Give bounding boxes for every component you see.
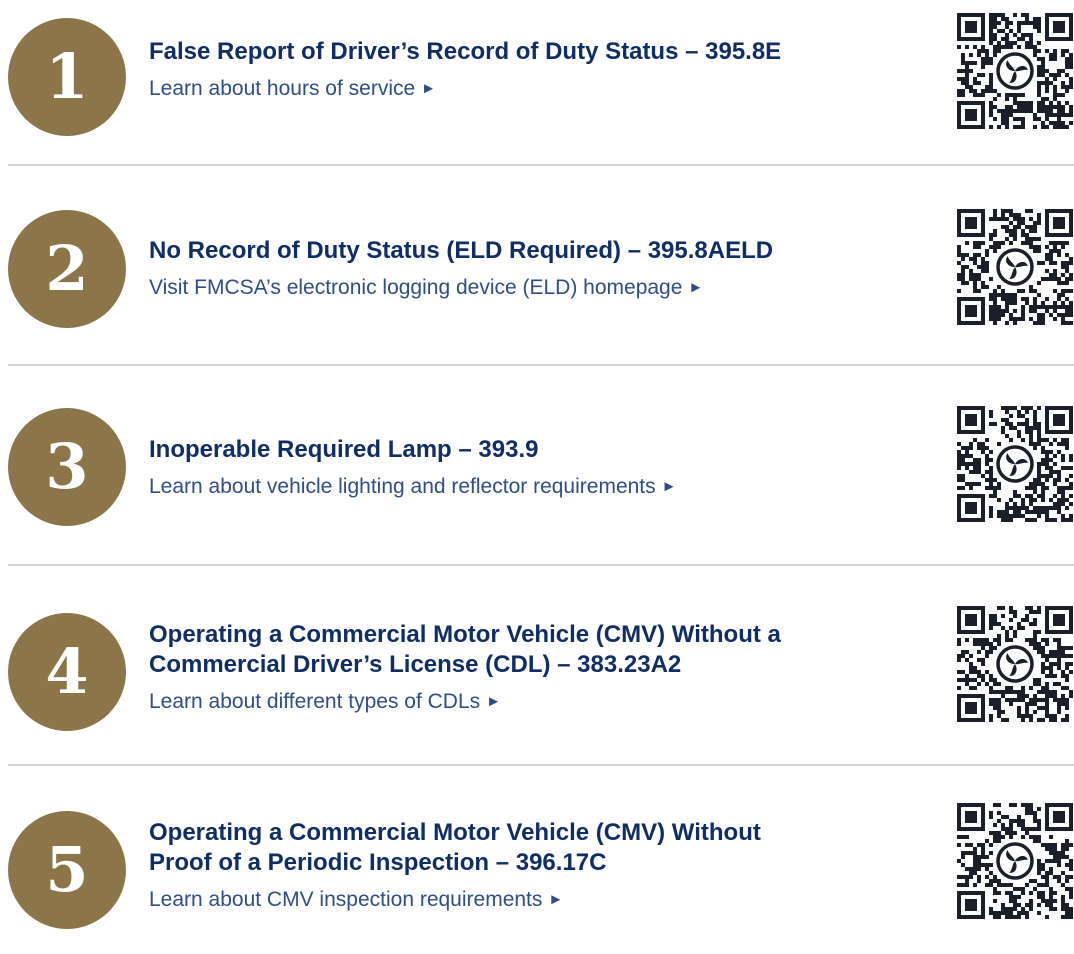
qr-code-icon[interactable] <box>956 204 1074 330</box>
title-line: Commercial Driver’s License (CDL) – 383.… <box>149 651 682 678</box>
title-line: Inoperable Required Lamp – 393.9 <box>149 436 539 463</box>
link-label: Learn about CMV inspection requirements <box>149 888 543 911</box>
violation-title: Operating a Commercial Motor Vehicle (CM… <box>149 620 929 680</box>
violation-item: 5 Operating a Commercial Motor Vehicle (… <box>0 784 1074 954</box>
right-triangle-icon: ► <box>548 891 564 908</box>
title-line: No Record of Duty Status (ELD Required) … <box>149 237 774 264</box>
violation-title: Operating a Commercial Motor Vehicle (CM… <box>149 818 929 878</box>
qr-code-icon[interactable] <box>956 601 1074 727</box>
link-label: Learn about hours of service <box>149 77 416 100</box>
violations-page: 1 False Report of Driver’s Record of Dut… <box>0 0 1074 929</box>
divider <box>8 564 1074 566</box>
violation-title: False Report of Driver’s Record of Duty … <box>149 37 929 67</box>
title-line: Operating a Commercial Motor Vehicle (CM… <box>149 819 761 846</box>
right-triangle-icon: ► <box>486 693 502 710</box>
number-label: 1 <box>45 40 89 113</box>
learn-more-link[interactable]: Learn about different types of CDLs ► <box>149 689 501 715</box>
violation-text: False Report of Driver’s Record of Duty … <box>149 37 929 102</box>
divider <box>8 364 1074 366</box>
violation-text: Inoperable Required Lamp – 393.9 Learn a… <box>149 435 929 500</box>
qr-code-icon[interactable] <box>956 401 1074 527</box>
right-triangle-icon: ► <box>661 478 677 495</box>
number-badge: 3 <box>8 408 126 526</box>
learn-more-link[interactable]: Learn about hours of service ► <box>149 76 436 102</box>
number-badge: 2 <box>8 210 126 328</box>
number-label: 3 <box>45 430 89 503</box>
right-triangle-icon: ► <box>421 80 437 97</box>
right-triangle-icon: ► <box>688 279 704 296</box>
divider <box>8 764 1074 766</box>
number-label: 4 <box>45 635 89 708</box>
qr-code-graphic <box>956 8 1074 134</box>
violation-item: 1 False Report of Driver’s Record of Dut… <box>0 0 1074 170</box>
violation-item: 3 Inoperable Required Lamp – 393.9 Learn… <box>0 384 1074 554</box>
violation-item: 4 Operating a Commercial Motor Vehicle (… <box>0 584 1074 754</box>
number-badge: 4 <box>8 613 126 731</box>
qr-code-graphic <box>956 401 1074 527</box>
divider <box>8 164 1074 166</box>
learn-more-link[interactable]: Visit FMCSA’s electronic logging device … <box>149 275 703 301</box>
number-badge: 5 <box>8 811 126 929</box>
violation-text: Operating a Commercial Motor Vehicle (CM… <box>149 620 929 715</box>
title-line: Operating a Commercial Motor Vehicle (CM… <box>149 621 781 648</box>
number-label: 2 <box>45 232 89 305</box>
qr-code-icon[interactable] <box>956 798 1074 924</box>
qr-code-graphic <box>956 601 1074 727</box>
violation-title: Inoperable Required Lamp – 393.9 <box>149 435 929 465</box>
title-line: False Report of Driver’s Record of Duty … <box>149 38 782 65</box>
learn-more-link[interactable]: Learn about CMV inspection requirements ► <box>149 887 563 913</box>
link-label: Learn about different types of CDLs <box>149 690 481 713</box>
number-label: 5 <box>45 833 89 906</box>
qr-code-graphic <box>956 798 1074 924</box>
learn-more-link[interactable]: Learn about vehicle lighting and reflect… <box>149 474 677 500</box>
violation-title: No Record of Duty Status (ELD Required) … <box>149 236 929 266</box>
qr-code-graphic <box>956 204 1074 330</box>
qr-code-icon[interactable] <box>956 8 1074 134</box>
title-line: Proof of a Periodic Inspection – 396.17C <box>149 849 607 876</box>
link-label: Learn about vehicle lighting and reflect… <box>149 475 656 498</box>
violation-item: 2 No Record of Duty Status (ELD Required… <box>0 184 1074 354</box>
number-badge: 1 <box>8 18 126 136</box>
violation-text: No Record of Duty Status (ELD Required) … <box>149 236 929 301</box>
link-label: Visit FMCSA’s electronic logging device … <box>149 276 683 299</box>
violation-text: Operating a Commercial Motor Vehicle (CM… <box>149 818 929 913</box>
